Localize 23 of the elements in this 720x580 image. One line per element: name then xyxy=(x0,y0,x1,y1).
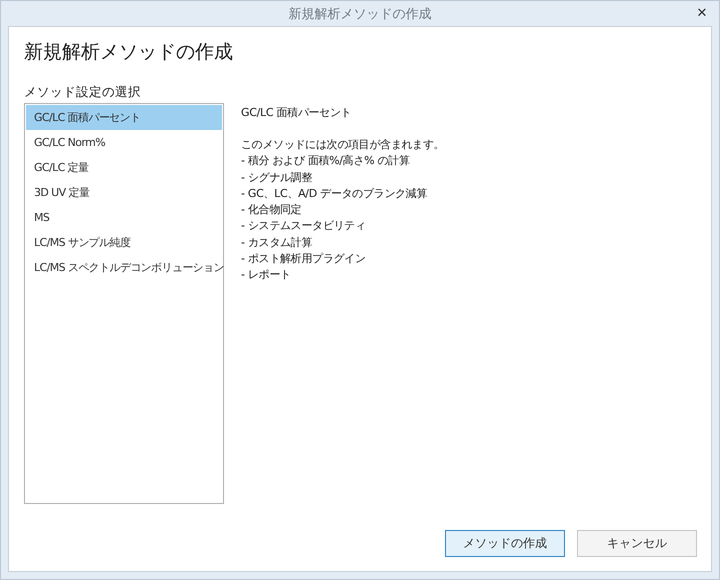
description-title: GC/LC 面積パーセント xyxy=(241,105,352,121)
feature-item: - ポスト解析用プラグイン xyxy=(241,251,367,268)
method-item[interactable]: LC/MS サンプル純度 xyxy=(26,230,222,255)
method-item[interactable]: GC/LC 定量 xyxy=(26,155,222,180)
feature-item: - シグナル調整 xyxy=(241,170,314,186)
cancel-button[interactable]: キャンセル xyxy=(577,530,697,557)
method-item[interactable]: LC/MS スペクトルデコンボリューション xyxy=(26,255,222,280)
window-title: 新規解析メソッドの作成 xyxy=(288,6,432,22)
feature-item: - レポート xyxy=(241,267,292,284)
method-item[interactable]: GC/LC 面積パーセント xyxy=(26,105,222,130)
method-item[interactable]: GC/LC Norm% xyxy=(26,130,222,155)
feature-item: - システムスータビリティ xyxy=(241,218,367,234)
feature-item: - 化合物同定 xyxy=(241,202,302,218)
feature-item: - GC、LC、A/D データのブランク減算 xyxy=(241,186,428,202)
dialog-heading: 新規解析メソッドの作成 xyxy=(24,40,234,65)
method-item[interactable]: MS xyxy=(26,205,222,230)
list-label: メソッド設定の選択 xyxy=(24,84,142,101)
feature-item: - 積分 および 面積%/高さ% の計算 xyxy=(241,153,411,170)
create-button[interactable]: メソッドの作成 xyxy=(445,530,565,557)
close-button[interactable]: ✕ xyxy=(692,4,712,24)
method-item[interactable]: 3D UV 定量 xyxy=(26,180,222,205)
feature-item: - カスタム計算 xyxy=(241,234,314,251)
description-intro: このメソッドには次の項目が含まれます。 xyxy=(241,137,444,153)
